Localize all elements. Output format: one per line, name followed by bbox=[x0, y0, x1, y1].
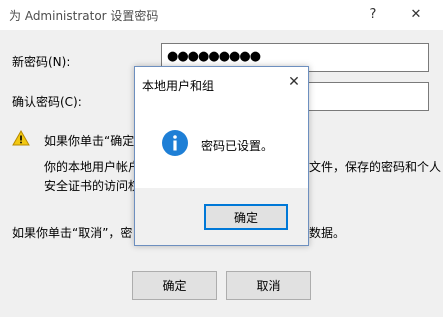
warning-line-3: 安全证书的访问权 bbox=[44, 179, 141, 193]
window-title: 为 Administrator 设置密码 bbox=[9, 9, 159, 23]
message-dialog-title: 本地用户和组 bbox=[142, 79, 215, 93]
warning-line-2-left: 你的本地用户帐户 bbox=[44, 160, 141, 174]
help-button[interactable]: ? bbox=[361, 4, 385, 26]
title-bar: 为 Administrator 设置密码 ? ✕ bbox=[0, 0, 443, 30]
cancel-note-right: 数据。 bbox=[309, 226, 346, 240]
warning-icon bbox=[12, 130, 30, 146]
message-text: 密码已设置。 bbox=[201, 139, 274, 153]
message-ok-button[interactable]: 确定 bbox=[204, 204, 288, 230]
confirm-password-label: 确认密码(C): bbox=[12, 95, 82, 109]
info-icon bbox=[162, 130, 188, 156]
cancel-note-left: 如果你单击“取消”，密 bbox=[12, 226, 133, 240]
warning-line-1: 如果你单击“确定 bbox=[44, 134, 135, 148]
message-dialog-footer: 确定 bbox=[135, 188, 308, 245]
new-password-value: ●●●●●●●●● bbox=[167, 49, 261, 64]
new-password-label: 新密码(N): bbox=[12, 55, 71, 69]
close-button[interactable]: ✕ bbox=[404, 4, 428, 26]
message-close-button[interactable]: ✕ bbox=[285, 73, 303, 91]
message-dialog: 本地用户和组 ✕ 密码已设置。 确定 bbox=[134, 66, 309, 246]
warning-line-2-right: 文件，保存的密码和个人 bbox=[309, 160, 442, 174]
ok-button[interactable]: 确定 bbox=[132, 271, 217, 300]
cancel-button[interactable]: 取消 bbox=[226, 271, 311, 300]
